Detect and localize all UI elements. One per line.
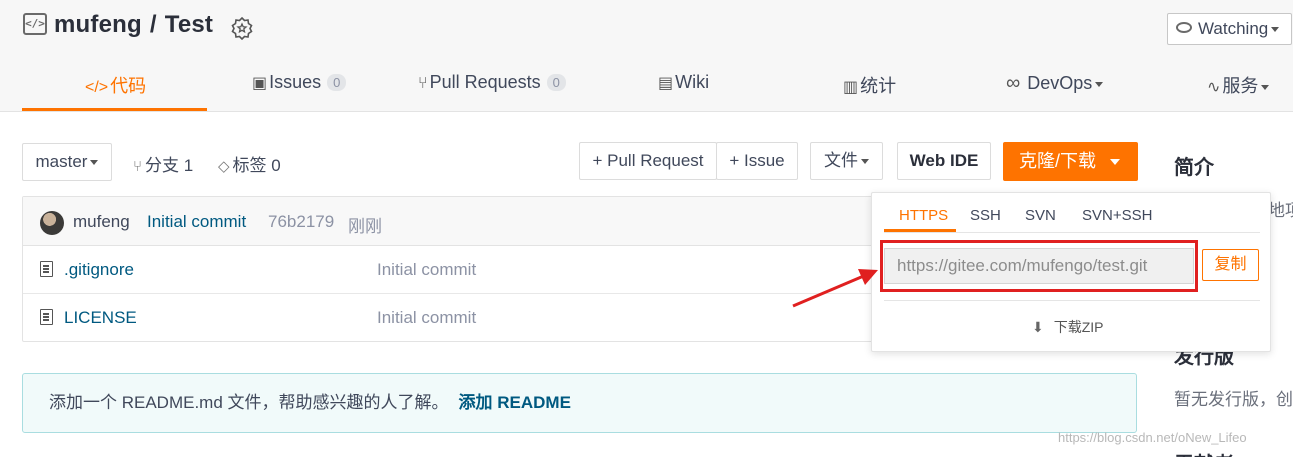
table-row: LICENSE Initial commit bbox=[23, 294, 901, 342]
watch-button[interactable]: Watching bbox=[1167, 13, 1292, 45]
file-name-link[interactable]: .gitignore bbox=[64, 260, 134, 280]
tab-code[interactable]: </> 代码 bbox=[85, 72, 146, 98]
chevron-down-icon bbox=[1261, 84, 1270, 90]
download-zip-label: 下载ZIP bbox=[1053, 319, 1104, 335]
file-icon bbox=[40, 261, 53, 277]
count-badge: 0 bbox=[327, 73, 347, 91]
tab-label: Wiki bbox=[675, 72, 710, 92]
file-commit-message[interactable]: Initial commit bbox=[377, 260, 476, 280]
web-ide-label: Web IDE bbox=[909, 151, 979, 170]
active-protocol-indicator bbox=[884, 229, 956, 232]
file-menu-label: 文件 bbox=[824, 151, 858, 170]
repo-tabs: </> 代码 ▣ Issues 0 ⑂ Pull Requests 0 ▤ Wiki ▥ 统计… bbox=[0, 64, 1293, 112]
readme-notice: 添加一个 README.md 文件，帮助感兴趣的人了解。 添加 README bbox=[22, 373, 1137, 433]
readme-notice-text: 添加一个 README.md 文件，帮助感兴趣的人了解。 bbox=[49, 393, 449, 412]
clone-download-button[interactable]: 克隆/下载 bbox=[1003, 142, 1138, 181]
issue-icon: ▣ bbox=[252, 75, 268, 92]
download-icon: ⬇ bbox=[1032, 319, 1044, 335]
issue-label: + Issue bbox=[729, 151, 785, 170]
protocol-tab-svn[interactable]: SVN bbox=[1025, 207, 1056, 224]
tab-issues[interactable]: ▣ Issues 0 bbox=[252, 72, 347, 93]
tab-wiki[interactable]: ▤ Wiki bbox=[658, 72, 709, 93]
recommend-badge-icon bbox=[231, 16, 253, 40]
watch-label: Watching bbox=[1198, 19, 1269, 38]
active-tab-indicator bbox=[22, 108, 207, 111]
avatar[interactable] bbox=[40, 211, 64, 235]
branches-label: 分支 1 bbox=[145, 156, 194, 175]
tag-icon: ◇ bbox=[218, 158, 230, 175]
tags-label: 标签 0 bbox=[232, 156, 281, 175]
table-row: .gitignore Initial commit bbox=[23, 246, 901, 294]
file-name-link[interactable]: LICENSE bbox=[64, 308, 137, 328]
tab-stats[interactable]: ▥ 统计 bbox=[843, 72, 896, 98]
branch-label: master bbox=[35, 152, 88, 171]
branches-link[interactable]: ⑂ 分支 1 bbox=[133, 151, 193, 176]
commit-author[interactable]: mufeng bbox=[73, 212, 130, 232]
branch-select[interactable]: master bbox=[22, 143, 112, 181]
protocol-tab-svn-ssh[interactable]: SVN+SSH bbox=[1082, 207, 1152, 224]
file-commit-message[interactable]: Initial commit bbox=[377, 308, 476, 328]
tags-link[interactable]: ◇ 标签 0 bbox=[218, 151, 281, 176]
releases-text: 暂无发行版，创 bbox=[1174, 390, 1293, 409]
repo-title: mufeng / Test bbox=[54, 11, 213, 39]
tab-label: 服务 bbox=[1222, 76, 1259, 96]
pull-request-icon: ⑂ bbox=[418, 75, 428, 92]
annotation-highlight-box bbox=[880, 240, 1198, 292]
web-ide-button[interactable]: Web IDE bbox=[897, 142, 991, 180]
protocol-tab-ssh[interactable]: SSH bbox=[970, 207, 1001, 224]
contributors-heading: 贡献者 bbox=[1174, 448, 1234, 457]
tab-devops[interactable]: ∞ DevOps bbox=[1006, 72, 1104, 95]
repository-icon: </> bbox=[23, 13, 47, 35]
chevron-down-icon bbox=[1271, 27, 1280, 33]
repo-separator: / bbox=[149, 11, 157, 38]
clone-dropdown: HTTPS SSH SVN SVN+SSH 复制 ⬇ 下载ZIP bbox=[871, 192, 1271, 352]
chevron-down-icon bbox=[861, 159, 869, 165]
file-menu-button[interactable]: 文件 bbox=[810, 142, 883, 180]
download-zip-link[interactable]: ⬇ 下载ZIP bbox=[1032, 317, 1104, 337]
tab-label: Pull Requests bbox=[429, 72, 541, 92]
chevron-down-icon bbox=[1095, 81, 1104, 87]
code-icon: </> bbox=[85, 79, 109, 96]
tab-label: DevOps bbox=[1027, 73, 1093, 93]
book-icon: ▤ bbox=[658, 75, 674, 92]
infinity-icon: ∞ bbox=[1006, 72, 1021, 94]
commit-hash[interactable]: 76b2179 bbox=[268, 212, 334, 232]
clone-label: 克隆/下载 bbox=[1019, 151, 1097, 171]
tab-divider bbox=[884, 232, 1260, 233]
new-pull-request-button[interactable]: + Pull Request bbox=[579, 142, 717, 180]
file-list: mufeng Initial commit 76b2179 刚刚 .gitign… bbox=[22, 196, 902, 342]
file-icon bbox=[40, 309, 53, 325]
new-issue-button[interactable]: + Issue bbox=[716, 142, 798, 180]
branch-icon: ⑂ bbox=[133, 158, 143, 175]
tab-label: 统计 bbox=[860, 76, 897, 96]
repo-header: </> mufeng / Test Watching </> 代码 ▣ Issues 0 … bbox=[0, 0, 1293, 112]
repo-owner-link[interactable]: mufeng bbox=[54, 11, 142, 38]
tab-services[interactable]: ∿ 服务 bbox=[1207, 72, 1270, 98]
bar-chart-icon: ▥ bbox=[843, 79, 859, 96]
chevron-down-icon bbox=[1110, 159, 1121, 166]
intro-heading: 简介 bbox=[1174, 157, 1214, 179]
watermark: https://blog.csdn.net/oNew_Lifeo bbox=[1058, 430, 1247, 445]
pull-request-label: + Pull Request bbox=[592, 151, 704, 170]
tab-label: Issues bbox=[269, 72, 322, 92]
intro-text: 地项 bbox=[1268, 201, 1293, 220]
repo-name-link[interactable]: Test bbox=[165, 11, 213, 38]
copy-button[interactable]: 复制 bbox=[1202, 249, 1259, 281]
commit-message[interactable]: Initial commit bbox=[147, 212, 246, 232]
protocol-tab-https[interactable]: HTTPS bbox=[899, 207, 948, 224]
eye-icon bbox=[1176, 22, 1192, 34]
pulse-icon: ∿ bbox=[1207, 79, 1221, 96]
tab-label: 代码 bbox=[110, 76, 147, 96]
latest-commit-row: mufeng Initial commit 76b2179 刚刚 bbox=[23, 197, 901, 246]
commit-time: 刚刚 bbox=[348, 217, 382, 236]
tab-pull-requests[interactable]: ⑂ Pull Requests 0 bbox=[418, 72, 566, 93]
add-readme-link[interactable]: 添加 README bbox=[459, 393, 571, 412]
divider bbox=[884, 300, 1260, 301]
count-badge: 0 bbox=[546, 73, 566, 91]
chevron-down-icon bbox=[90, 160, 99, 166]
